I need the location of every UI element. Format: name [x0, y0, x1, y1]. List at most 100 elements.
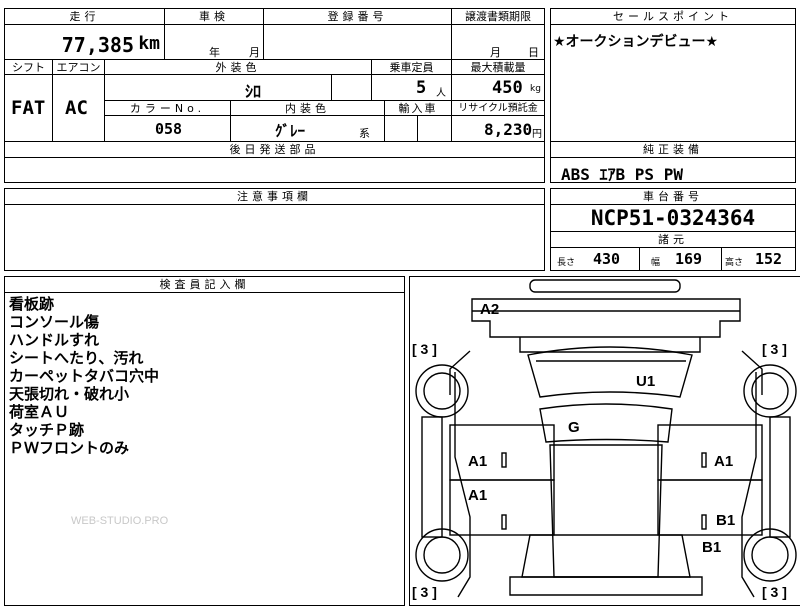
- import-cell-a: [385, 116, 418, 142]
- right-front-door: [657, 424, 763, 481]
- sales-point-text: ★オークションデビュー★: [553, 34, 719, 50]
- ac-header: エアコン: [53, 60, 105, 75]
- note-item: タッチＰ跡: [9, 421, 85, 439]
- mileage-value: 77,385: [61, 33, 134, 57]
- shift-value: FAT: [11, 97, 46, 119]
- interior-color-value: ｸﾞﾚｰ: [275, 122, 306, 140]
- spec-header: 諸元: [551, 231, 795, 248]
- width-value: 169: [675, 250, 703, 268]
- note-item: コンソール傷: [9, 313, 100, 331]
- mark-b1-right-rear: B1: [716, 512, 736, 529]
- rear-window: [521, 534, 691, 578]
- equipment-box: 純正装備 ABS ｴｱB PS PW: [550, 141, 796, 184]
- inspection-year: 年: [209, 46, 220, 59]
- spec-row: 長さ 430 幅 169 高さ 152: [551, 247, 795, 271]
- tire-tread-front-left: [ 3 ]: [412, 341, 437, 357]
- max-load-header: 最大積載量: [452, 60, 544, 75]
- exterior-color-extra: [332, 75, 372, 101]
- caution-notes: 注意事項欄: [4, 188, 545, 271]
- mark-b1-right-wheel: B1: [702, 539, 722, 556]
- capacity-cell: 5 人: [372, 75, 452, 101]
- roof-center: [549, 444, 663, 578]
- capacity-unit: 人: [436, 88, 446, 99]
- mark-g: G: [568, 419, 580, 436]
- chassis-number: NCP51-0324364: [590, 206, 756, 230]
- interior-color-cell: ｸﾞﾚｰ 系: [231, 116, 385, 142]
- hood-outline: [471, 298, 741, 338]
- inspector-notes-box: 検査員記入欄 看板跡 コンソール傷 ハンドルすれ シートへたり、汚れ カーペット…: [4, 276, 405, 606]
- ac-value: AC: [65, 97, 88, 119]
- vehicle-info-table: 走行 車検 登録番号 譲渡書類期限 77,385 km 年 月 月 日 シフト …: [4, 8, 545, 142]
- mark-a1-left-front: A1: [468, 453, 488, 470]
- transfer-deadline-header: 譲渡書類期限: [452, 9, 544, 25]
- registration-header: 登録番号: [264, 9, 452, 25]
- recycle-header: リサイクル預託金: [452, 101, 544, 116]
- capacity-header: 乗車定員: [372, 60, 452, 75]
- note-item: 荷室ＡＵ: [9, 403, 70, 421]
- exterior-color-header: 外装色: [105, 60, 372, 75]
- exterior-color-value: ｼﾛ: [245, 82, 262, 101]
- mark-a1-left-rear: A1: [468, 487, 488, 504]
- later-shipping-parts: 後日発送部品: [4, 141, 545, 183]
- shift-header: シフト: [5, 60, 53, 75]
- height-value: 152: [755, 250, 783, 268]
- tire-tread-rear-right: [ 3 ]: [762, 584, 787, 600]
- mileage-cell: 77,385 km: [5, 25, 165, 60]
- max-load-unit: kg: [530, 84, 541, 94]
- inspection-header: 車検: [165, 9, 264, 25]
- sales-point-header: セールスポイント: [551, 9, 795, 25]
- interior-color-suffix: 系: [359, 127, 370, 140]
- transfer-day: 日: [528, 46, 539, 59]
- transfer-month: 月: [490, 46, 501, 59]
- mark-a1-right-front: A1: [714, 453, 734, 470]
- caution-header: 注意事項欄: [5, 189, 544, 205]
- recycle-unit: 円: [532, 129, 542, 140]
- length-value: 430: [593, 250, 621, 268]
- note-item: 看板跡: [9, 295, 55, 313]
- inspection-month: 月: [249, 46, 260, 59]
- color-number-header: カラーNo.: [105, 101, 231, 116]
- note-item: シートへたり、汚れ: [9, 349, 144, 367]
- import-cell-b: [418, 116, 452, 142]
- ac-cell: AC: [53, 75, 105, 142]
- color-number-value: 058: [155, 120, 183, 138]
- mark-u1: U1: [636, 373, 656, 390]
- length-label: 長さ: [557, 258, 576, 268]
- transfer-deadline-cell: 月 日: [452, 25, 544, 60]
- note-item: ＰＷフロントのみ: [9, 439, 130, 457]
- watermark: WEB-STUDIO.PRO: [71, 515, 169, 527]
- mileage-unit: km: [138, 33, 160, 54]
- import-header: 輸入車: [385, 101, 452, 116]
- shift-cell: FAT: [5, 75, 53, 142]
- right-rear-door: [657, 479, 763, 536]
- capacity-value: 5: [416, 78, 427, 98]
- car-diagram: [415, 279, 797, 598]
- equipment-header: 純正装備: [551, 142, 795, 158]
- front-bumper: [529, 279, 681, 293]
- exterior-color-cell: ｼﾛ: [105, 75, 332, 101]
- windshield: [527, 346, 693, 398]
- interior-color-header: 内装色: [231, 101, 385, 116]
- height-label: 高さ: [725, 258, 744, 268]
- max-load-cell: 450 kg: [452, 75, 544, 101]
- chassis-box: 車台番号 NCP51-0324364 諸元 長さ 430 幅 169 高さ 15…: [550, 188, 796, 271]
- tire-tread-rear-left: [ 3 ]: [412, 584, 437, 600]
- damage-diagram-box: A2 U1 G A1 A1 A1 B1 B1 [ 3 ] [ 3 ] [ 3 ]…: [409, 276, 800, 606]
- note-item: 天張切れ・破れ小: [9, 385, 130, 403]
- note-item: ハンドルすれ: [9, 331, 100, 349]
- later-shipping-header: 後日発送部品: [5, 142, 544, 158]
- recycle-cell: 8,230 円: [452, 116, 544, 142]
- width-label: 幅: [651, 258, 661, 268]
- note-item: カーペットタバコ穴中: [9, 367, 160, 385]
- sales-point-box: セールスポイント ★オークションデビュー★: [550, 8, 796, 142]
- inspection-cell: 年 月: [165, 25, 264, 60]
- max-load-value: 450: [492, 78, 523, 98]
- registration-cell: [264, 25, 452, 60]
- chassis-header: 車台番号: [551, 189, 795, 205]
- mileage-header: 走行: [5, 9, 165, 25]
- roof: [539, 403, 673, 443]
- inspector-notes-list: 看板跡 コンソール傷 ハンドルすれ シートへたり、汚れ カーペットタバコ穴中 天…: [9, 295, 159, 457]
- inspector-header: 検査員記入欄: [5, 277, 404, 293]
- recycle-value: 8,230: [484, 120, 533, 139]
- color-number-cell: 058: [105, 116, 231, 142]
